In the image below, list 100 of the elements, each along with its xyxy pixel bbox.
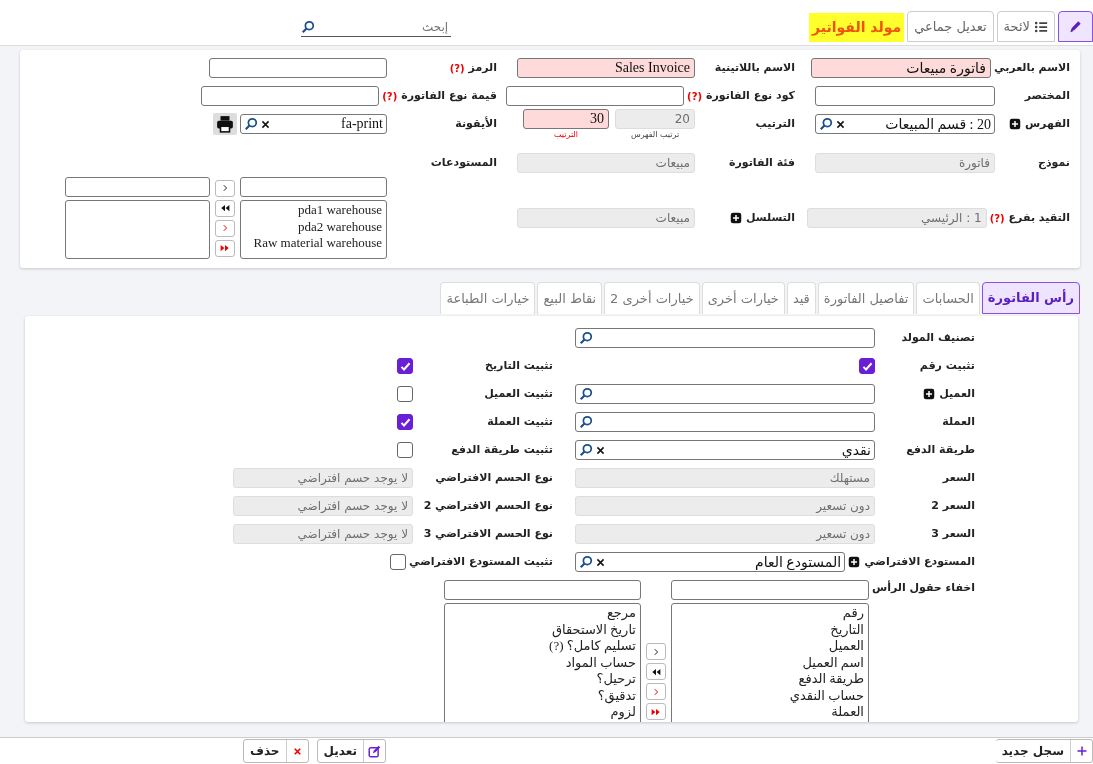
- move-all-button[interactable]: [646, 663, 666, 680]
- field-label: نوع الحسم الافتراضي 3: [423, 525, 553, 542]
- lookup-field[interactable]: [575, 384, 875, 404]
- clear-icon[interactable]: [260, 118, 271, 130]
- delete-button[interactable]: حذف: [243, 739, 309, 763]
- printer-icon: [216, 115, 234, 133]
- add-icon[interactable]: [729, 212, 742, 224]
- input-field: دون تسعير: [575, 496, 875, 516]
- list-item[interactable]: تسليم كامل؟ (?): [449, 638, 636, 655]
- lookup-field[interactable]: المستودع العام: [575, 552, 846, 572]
- input-field[interactable]: [240, 177, 387, 197]
- input-field: لا يوجد حسم افتراضي: [233, 496, 413, 516]
- list-item[interactable]: العميل: [676, 638, 864, 655]
- search-icon[interactable]: [579, 555, 593, 569]
- list-item[interactable]: تدقيق؟: [449, 687, 636, 704]
- tab[interactable]: تفاصيل الفاتورة: [817, 282, 915, 314]
- search-icon[interactable]: [579, 415, 593, 429]
- checkbox[interactable]: [859, 358, 875, 374]
- list-item[interactable]: حساب النقدي: [676, 687, 864, 704]
- input-field[interactable]: [506, 86, 685, 106]
- list-box[interactable]: رقم التاريخ العميل اسم العميل طريقة الدفع حساب النقدي العملة: [671, 603, 869, 722]
- list-box[interactable]: [65, 200, 210, 259]
- tab[interactable]: الحسابات: [916, 282, 980, 314]
- help-mark: (?): [382, 89, 398, 104]
- search-icon[interactable]: [819, 117, 833, 131]
- lookup-field[interactable]: [575, 328, 875, 348]
- input-field[interactable]: فاتورة مبيعات: [811, 58, 992, 78]
- list-item[interactable]: طريقة الدفع: [676, 671, 864, 688]
- lookup-field[interactable]: [575, 412, 875, 432]
- clear-icon[interactable]: [595, 556, 606, 568]
- double-arrow-icon: [651, 706, 661, 717]
- field-label: طريقة الدفع: [906, 441, 975, 458]
- lookup-field[interactable]: fa-print: [240, 114, 387, 134]
- input-field[interactable]: 30: [523, 108, 609, 129]
- add-icon[interactable]: [1008, 118, 1021, 130]
- list-item[interactable]: تاريخ الاستحقاق: [449, 621, 636, 638]
- checkbox[interactable]: [397, 414, 413, 430]
- input-field: مستهلك: [575, 468, 875, 488]
- pencil-icon: [1068, 19, 1083, 34]
- lookup-field[interactable]: نقدي: [575, 440, 875, 460]
- input-field[interactable]: نقدي: [608, 442, 871, 458]
- search-icon[interactable]: [244, 117, 258, 131]
- list-box[interactable]: مرجع تاريخ الاستحقاق تسليم كامل؟ (?) حساب المواد ترحيل؟ تدقيق؟ لزوم: [444, 603, 641, 722]
- checkbox[interactable]: [397, 442, 413, 458]
- help-mark: (?): [989, 211, 1005, 226]
- lookup-field[interactable]: 20 : قسم المبيعات: [815, 114, 995, 134]
- move-all-button[interactable]: [215, 199, 235, 217]
- input-field[interactable]: [65, 177, 210, 197]
- edit-button[interactable]: تعديل: [316, 739, 386, 763]
- list-icon: [1034, 19, 1048, 34]
- input-field[interactable]: [201, 86, 380, 106]
- field-label: التقيد بفرع: [1008, 209, 1070, 226]
- list-item[interactable]: العملة: [676, 704, 864, 721]
- tab[interactable]: قيد: [786, 282, 816, 314]
- list-item[interactable]: pda1 warehouse: [245, 202, 382, 219]
- search-icon[interactable]: [579, 443, 593, 457]
- list-item[interactable]: حساب المواد: [449, 654, 636, 671]
- list-item[interactable]: ترحيل؟: [449, 671, 636, 688]
- checkbox[interactable]: [390, 554, 407, 570]
- tab[interactable]: رأس الفاتورة: [981, 282, 1080, 314]
- tab[interactable]: نقاط البيع: [537, 282, 603, 314]
- list-item[interactable]: pda2 warehouse: [245, 218, 382, 235]
- input-field[interactable]: [815, 86, 995, 106]
- tab[interactable]: خيارات أخرى: [701, 282, 785, 314]
- input-field[interactable]: fa-print: [273, 116, 383, 132]
- new-record-button[interactable]: سجل جديد: [995, 739, 1093, 763]
- double-arrow-icon: [220, 243, 230, 253]
- list-item[interactable]: اسم العميل: [676, 654, 864, 671]
- input-field[interactable]: [209, 58, 387, 78]
- tab[interactable]: خيارات الطباعة: [440, 282, 536, 314]
- checkbox[interactable]: [397, 386, 413, 402]
- input-field[interactable]: 20 : قسم المبيعات: [848, 116, 991, 132]
- checkbox[interactable]: [397, 358, 413, 374]
- tab[interactable]: لائحة: [996, 11, 1055, 42]
- list-item[interactable]: رقم: [676, 605, 864, 622]
- plus-icon: [1075, 745, 1088, 757]
- input-field[interactable]: [671, 580, 869, 600]
- chevron-icon: [651, 646, 661, 657]
- search-icon[interactable]: [579, 331, 593, 345]
- field-label: كود نوع الفاتورة: [706, 87, 795, 104]
- input-field[interactable]: [444, 580, 641, 600]
- list-item[interactable]: التاريخ: [676, 621, 864, 638]
- input-field[interactable]: Sales Invoice: [517, 58, 695, 78]
- tab[interactable]: خيارات أخرى 2: [604, 282, 700, 314]
- list-item[interactable]: مرجع: [449, 605, 636, 622]
- list-item[interactable]: لزوم: [449, 704, 636, 721]
- list-item[interactable]: Raw material warehouse: [245, 235, 382, 252]
- input-field[interactable]: المستودع العام: [608, 554, 842, 570]
- add-icon[interactable]: [848, 556, 861, 568]
- field-label: نموذج: [1038, 154, 1070, 172]
- print-button[interactable]: [213, 113, 237, 135]
- search-icon[interactable]: [579, 387, 593, 401]
- list-box[interactable]: pda1 warehouse pda2 warehouse Raw material warehouse: [240, 200, 387, 259]
- edit-button[interactable]: [1058, 11, 1093, 42]
- tab[interactable]: تعديل جماعي: [907, 11, 994, 42]
- clear-icon[interactable]: [595, 444, 606, 456]
- clear-icon[interactable]: [835, 118, 846, 130]
- search-icon[interactable]: [301, 19, 316, 34]
- add-icon[interactable]: [923, 388, 936, 400]
- field-label: السعر 2: [931, 497, 975, 514]
